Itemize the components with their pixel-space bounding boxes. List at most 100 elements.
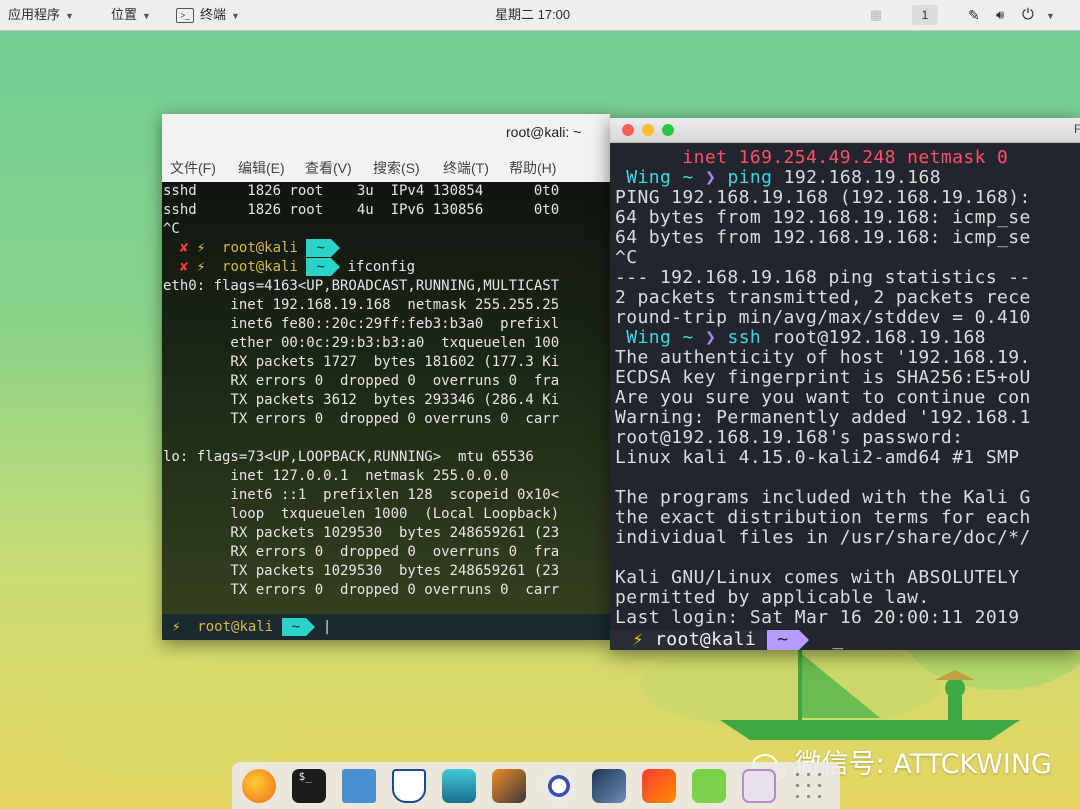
error-mark-icon: ✘ [179,240,189,256]
terminal-titlebar[interactable]: root@kali: ~ [162,114,610,150]
terminal-window-left[interactable]: root@kali: ~ 文件(F) 编辑(E) 查看(V) 搜索(S) 终端(… [162,114,610,640]
menu-file[interactable]: 文件(F) [170,158,216,178]
bolt-icon: ⚡ [172,619,181,635]
terminal-titlebar[interactable]: F [610,118,1080,143]
notes-icon[interactable] [692,769,726,803]
maximize-button[interactable] [662,124,674,136]
power-icon[interactable]: ⏻ [1022,6,1034,24]
burpsuite-icon[interactable] [492,769,526,803]
menu-terminal[interactable]: 终端(T) [443,158,489,178]
text-cursor: _ [832,629,844,650]
output-line: the exact distribution terms for each [615,507,1031,528]
applications-menu[interactable]: 应用程序 ▼ [8,6,74,24]
output-line: sshd 1826 root 3u IPv4 130854 0t0 [163,183,560,199]
output-line: 2 packets transmitted, 2 packets rece [615,287,1031,308]
prompt-arrow-icon: ❯ [704,327,717,348]
window-title: root@kali: ~ [506,124,582,140]
menu-help[interactable]: 帮助(H) [509,158,556,178]
places-menu-label: 位置 [111,7,138,22]
workspace-switcher-icon[interactable]: ▦ [870,6,882,24]
output-line: PING 192.168.19.168 (192.168.19.168): [615,187,1031,208]
system-menu-chevron-icon[interactable]: ▼ [1046,6,1055,24]
output-line: permitted by applicable law. [615,587,930,608]
armitage-icon[interactable] [442,769,476,803]
prompt-dir: ~ [306,239,341,257]
prompt-line: ✘ ⚡ root@kali ~ [163,239,341,258]
pen-icon[interactable]: ✎ [968,6,980,24]
output-line: Warning: Permanently added '192.168.1 [615,407,1031,428]
output-line: The programs included with the Kali G [615,487,1031,508]
faraday-icon[interactable] [642,769,676,803]
terminal-icon[interactable]: $_ [292,769,326,803]
active-prompt[interactable]: ⚡ root@kali ~ | [162,614,610,640]
files-icon[interactable] [342,769,376,803]
text-cursor: | [322,619,332,635]
terminal-menubar: 文件(F) 编辑(E) 查看(V) 搜索(S) 终端(T) 帮助(H) [162,150,610,183]
close-button[interactable] [622,124,634,136]
output-line: inet 192.168.19.168 netmask 255.255.25 [163,297,560,313]
command-arg: 192.168.19.168 [783,167,941,188]
settings-icon[interactable] [742,769,776,803]
volume-icon[interactable]: 🔊︎ [996,6,1004,24]
output-line: inet 169.254.49.248 netmask 0 [615,148,1008,168]
prompt-user: root@kali [222,240,298,256]
app-grid-icon[interactable] [792,769,826,803]
prompt-dir: ~ [682,167,694,188]
prompt-user-segment: ⚡ root@kali [610,629,768,650]
output-line: TX packets 3612 bytes 293346 (286.4 Ki [163,392,560,408]
firefox-icon[interactable] [242,769,276,803]
prompt-dir: ~ [281,618,316,636]
terminal-app-menu[interactable]: >_ 终端 ▼ [176,6,240,24]
output-line: individual files in /usr/share/doc/*/ [615,527,1031,548]
output-line: TX errors 0 dropped 0 overruns 0 carr [163,582,560,598]
beef-icon[interactable] [592,769,626,803]
chevron-down-icon: ▼ [142,11,151,21]
bolt-icon: ⚡ [196,240,206,256]
maltego-icon[interactable] [542,769,576,803]
menu-view[interactable]: 查看(V) [305,158,352,178]
bolt-icon: ⚡ [632,629,644,650]
prompt-line: ✘ ⚡ root@kali ~ ifconfig [163,258,415,277]
minimize-button[interactable] [642,124,654,136]
output-line: Are you sure you want to continue con [615,387,1031,408]
prompt-line: Wing ~ ❯ ssh root@192.168.19.168 [615,328,986,348]
output-line: ^C [163,221,180,237]
output-line: inet 127.0.0.1 netmask 255.0.0.0 [163,468,509,484]
terminal-window-right[interactable]: F inet 169.254.49.248 netmask 0 Wing ~ ❯… [610,118,1080,650]
output-line: RX errors 0 dropped 0 overruns 0 fra [163,373,560,389]
output-line: 64 bytes from 192.168.19.168: icmp_se [615,227,1031,248]
prompt-user: root@kali [222,259,298,275]
prompt-dir: ~ [306,258,341,276]
output-line: 64 bytes from 192.168.19.168: icmp_se [615,207,1031,228]
terminal-output[interactable]: inet 169.254.49.248 netmask 0 Wing ~ ❯ p… [610,142,1080,650]
output-line: RX errors 0 dropped 0 overruns 0 fra [163,544,560,560]
error-mark-icon: ✘ [179,259,189,275]
output-line: --- 192.168.19.168 ping statistics -- [615,267,1031,288]
output-line: TX packets 1029530 bytes 248659261 (23 [163,563,560,579]
output-line: sshd 1826 root 4u IPv6 130856 0t0 [163,202,560,218]
chevron-down-icon: ▼ [231,11,240,21]
clock[interactable]: 星期二 17:00 [495,6,570,24]
command-text: ifconfig [347,259,416,275]
active-prompt[interactable]: ⚡ root@kali ~ _ [610,630,1080,650]
applications-menu-label: 应用程序 [8,7,61,22]
prompt-host: Wing [626,167,672,188]
places-menu[interactable]: 位置 ▼ [111,6,151,24]
output-line: eth0: flags=4163<UP,BROADCAST,RUNNING,MU… [163,278,560,294]
output-line: round-trip min/avg/max/stddev = 0.410 [615,307,1031,328]
command-name: ssh [727,327,762,348]
output-line: ^C [615,247,638,268]
command-name: ping [727,167,773,188]
chevron-down-icon: ▼ [65,11,74,21]
menu-search[interactable]: 搜索(S) [373,158,420,178]
terminal-icon: >_ [176,8,194,24]
terminal-output[interactable]: sshd 1826 root 3u IPv4 130854 0t0 sshd 1… [162,182,610,640]
top-panel: 应用程序 ▼ 位置 ▼ >_ 终端 ▼ 星期二 17:00 ▦ 1 ✎ 🔊︎ ⏻ ▼ [0,0,1080,31]
menu-edit[interactable]: 编辑(E) [238,158,285,178]
metasploit-icon[interactable] [392,769,426,803]
output-line: inet6 ::1 prefixlen 128 scopeid 0x10< [163,487,560,503]
output-line: ether 00:0c:29:b3:b3:a0 txqueuelen 100 [163,335,560,351]
prompt-dir: ~ [767,630,809,650]
workspace-indicator[interactable]: 1 [912,5,938,25]
output-line: Linux kali 4.15.0-kali2-amd64 #1 SMP [615,447,1031,468]
